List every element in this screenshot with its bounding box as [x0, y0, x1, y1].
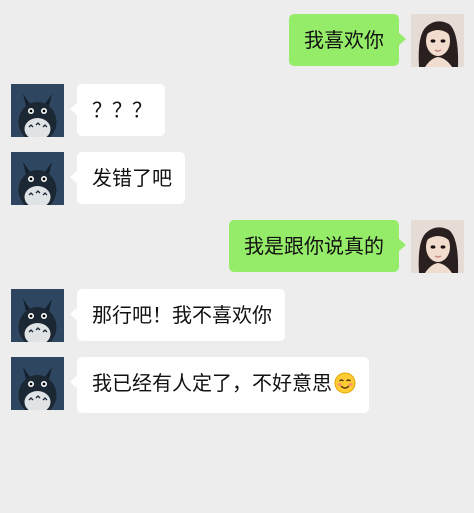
- girl-avatar[interactable]: [411, 220, 464, 273]
- message-bubble-other[interactable]: 那行吧！我不喜欢你: [70, 289, 285, 341]
- message-row-other: 我已经有人定了，不好意思: [11, 357, 369, 413]
- message-bubble-other[interactable]: ？？？: [70, 84, 165, 136]
- girl-avatar[interactable]: [411, 14, 464, 67]
- message-text: 发错了吧: [92, 166, 172, 190]
- message-text: 我是跟你说真的: [244, 234, 384, 258]
- totoro-avatar[interactable]: [11, 289, 64, 342]
- message-bubble-other[interactable]: 我已经有人定了，不好意思: [70, 357, 369, 413]
- message-bubble-self[interactable]: 我喜欢你: [289, 14, 406, 66]
- message-bubble-self[interactable]: 我是跟你说真的: [229, 220, 406, 272]
- message-bubble-other[interactable]: 发错了吧: [70, 152, 185, 204]
- message-row-other: 发错了吧: [11, 152, 185, 205]
- blush-smile-emoji-icon: [334, 372, 356, 400]
- message-row-self: 我喜欢你: [289, 14, 464, 67]
- message-text: ？？？: [92, 98, 152, 122]
- message-text: 我已经有人定了，不好意思: [92, 371, 332, 395]
- message-row-other: 那行吧！我不喜欢你: [11, 289, 285, 342]
- totoro-avatar[interactable]: [11, 84, 64, 137]
- message-row-other: ？？？: [11, 84, 165, 137]
- totoro-avatar[interactable]: [11, 357, 64, 410]
- message-row-self: 我是跟你说真的: [229, 220, 464, 273]
- message-text: 我喜欢你: [304, 28, 384, 52]
- chat-window: 我喜欢你 ？？？ 发错了吧 我是跟你说真的 那行吧！我不喜欢你 我已经有人定了，…: [0, 0, 474, 513]
- message-text: 那行吧！我不喜欢你: [92, 303, 272, 327]
- totoro-avatar[interactable]: [11, 152, 64, 205]
